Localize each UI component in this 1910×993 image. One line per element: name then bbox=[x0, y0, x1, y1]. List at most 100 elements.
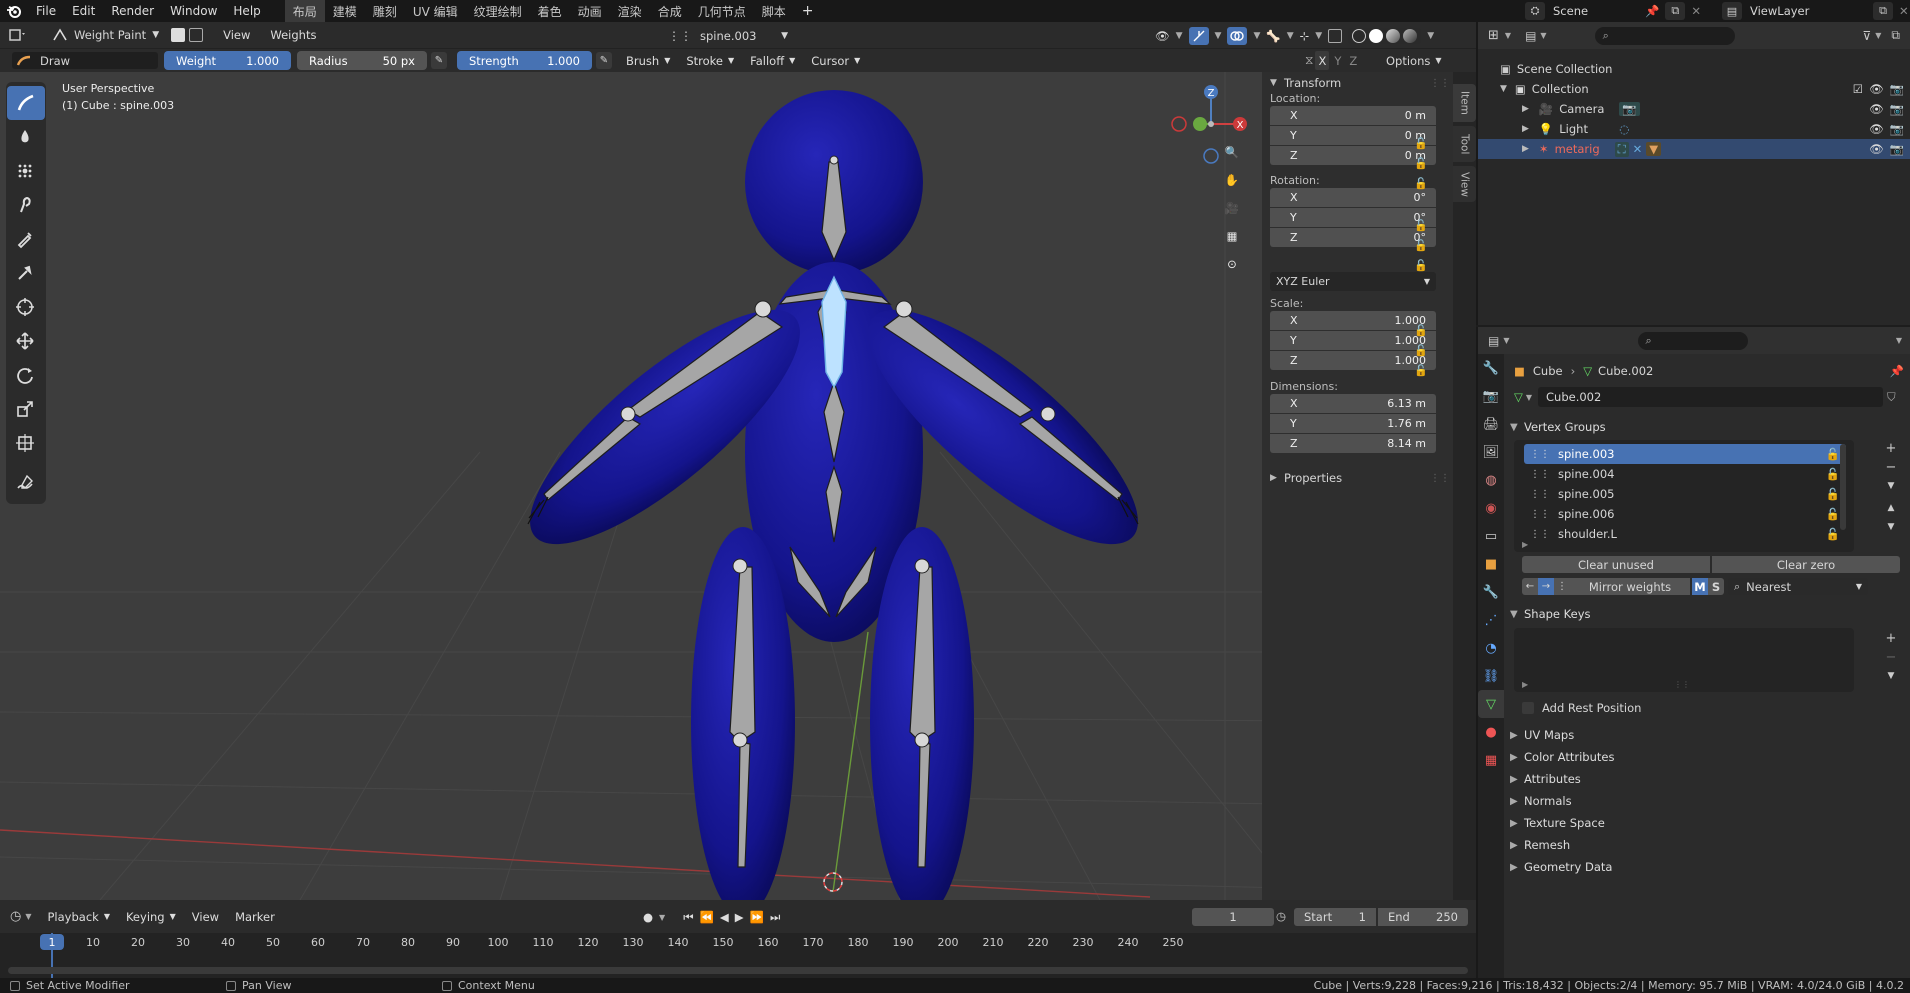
rendered-shading-icon[interactable] bbox=[1403, 28, 1418, 43]
cursor-icon[interactable] bbox=[6, 290, 44, 324]
blur-icon[interactable] bbox=[6, 120, 44, 154]
dimensions-z-field[interactable]: Z 8.14 m bbox=[1270, 434, 1436, 453]
gizmo-toggle-icon[interactable] bbox=[1188, 26, 1209, 45]
editor-type-icon[interactable]: ⊞ bbox=[1488, 28, 1499, 43]
current-frame-field[interactable]: 1 bbox=[1192, 908, 1274, 926]
rotate-icon[interactable] bbox=[6, 358, 44, 392]
play-reverse-icon[interactable]: ◀ bbox=[720, 910, 729, 924]
remove-icon[interactable]: − bbox=[1880, 648, 1902, 667]
menu-window[interactable]: Window bbox=[162, 0, 225, 22]
snapping-icon[interactable]: ⊹ bbox=[1300, 29, 1310, 43]
bone-display-icon[interactable]: 🦴 bbox=[1266, 29, 1280, 43]
workspace-tab-layout[interactable]: 布局 bbox=[284, 0, 325, 22]
falloff-menu[interactable]: Falloff ▼ bbox=[744, 51, 801, 70]
move-icon[interactable] bbox=[6, 324, 44, 358]
lock-icon[interactable]: 🔓 bbox=[1414, 341, 1428, 361]
workspace-tab-uv-editing[interactable]: UV 编辑 bbox=[405, 0, 466, 22]
chevron-right-icon[interactable]: ▶ bbox=[1522, 144, 1529, 154]
lock-icon[interactable]: 🔓 bbox=[1414, 361, 1428, 381]
nearest-dropdown[interactable]: ⌕ Nearest ▼ bbox=[1728, 578, 1868, 595]
weights-menu[interactable]: Weights bbox=[264, 26, 322, 45]
chevron-down-icon[interactable]: ▼ bbox=[1540, 31, 1546, 40]
list-item[interactable]: ⋮⋮ spine.004 🔓 bbox=[1524, 464, 1846, 484]
workspace-tab-geometry-nodes[interactable]: 几何节点 bbox=[690, 0, 754, 22]
output-tab-icon[interactable]: 🖨 bbox=[1478, 410, 1504, 438]
topology-icon[interactable]: ⋮ bbox=[1554, 578, 1570, 595]
zoom-icon[interactable]: 🔍 bbox=[1221, 138, 1243, 166]
menu-help[interactable]: Help bbox=[225, 0, 268, 22]
list-filter-toggle-icon[interactable]: ▶ bbox=[1522, 680, 1528, 689]
attributes-panel-header[interactable]: ▶ Attributes bbox=[1510, 767, 1910, 791]
physics-tab-icon[interactable]: ◔ bbox=[1478, 634, 1504, 662]
workspace-tab-sculpting[interactable]: 雕刻 bbox=[365, 0, 405, 22]
lock-icon[interactable]: 🔓 bbox=[1826, 467, 1840, 481]
location-x-field[interactable]: X 0 m bbox=[1270, 106, 1436, 125]
mirror-m-toggle[interactable]: M bbox=[1692, 578, 1708, 595]
arrow-right-icon[interactable]: → bbox=[1538, 578, 1554, 595]
collection-tab-icon[interactable]: ▭ bbox=[1478, 522, 1504, 550]
timeline-ruler[interactable]: 10 20 30 40 50 60 70 80 90 100 110 120 130 140 150 160 1… bbox=[0, 933, 1476, 978]
workspace-tab-modeling[interactable]: 建模 bbox=[325, 0, 365, 22]
timeline-scrollbar[interactable] bbox=[8, 967, 1468, 974]
next-keyframe-icon[interactable]: ⏩ bbox=[750, 910, 764, 924]
render-camera-icon[interactable]: 📷 bbox=[1890, 102, 1904, 116]
face-mask-icon[interactable] bbox=[171, 28, 186, 42]
wireframe-shading-icon[interactable] bbox=[1352, 28, 1367, 43]
transform-icon[interactable] bbox=[6, 426, 44, 460]
lock-icon[interactable]: 🔓 bbox=[1414, 216, 1428, 236]
lock-icon[interactable]: 🔓 bbox=[1414, 321, 1428, 341]
new-view-layer-icon[interactable]: ⧉ bbox=[1873, 2, 1893, 20]
clear-unused-button[interactable]: Clear unused bbox=[1522, 556, 1710, 573]
list-item[interactable]: ⋮⋮ spine.003 🔓 bbox=[1524, 444, 1846, 464]
keying-menu[interactable]: Keying ▼ bbox=[120, 907, 182, 926]
scale-x-field[interactable]: X 1.000 bbox=[1270, 311, 1436, 330]
menu-edit[interactable]: Edit bbox=[64, 0, 103, 22]
workspace-tab-animation[interactable]: 动画 bbox=[570, 0, 610, 22]
outliner-item-camera[interactable]: ▶ 🎥 Camera 📷 👁 📷 bbox=[1478, 99, 1910, 119]
scene-selector[interactable]: ⛭ Scene 📌 ⧉ ✕ bbox=[1525, 2, 1701, 20]
strength-pressure-icon[interactable]: ✎ bbox=[596, 52, 612, 69]
chevron-right-icon[interactable]: ▶ bbox=[1522, 124, 1529, 134]
workspace-tab-texture-paint[interactable]: 纹理绘制 bbox=[466, 0, 530, 22]
end-frame-field[interactable]: End 250 bbox=[1378, 908, 1468, 926]
lock-icon[interactable]: 🔓 bbox=[1826, 527, 1840, 541]
solid-shading-icon[interactable] bbox=[1369, 28, 1384, 43]
tab-item[interactable]: Item bbox=[1453, 84, 1476, 122]
drag-handle-icon[interactable]: ⋮⋮ bbox=[1674, 680, 1690, 689]
camera-view-icon[interactable]: 🎥 bbox=[1221, 194, 1243, 222]
chevron-down-icon[interactable]: ▼ bbox=[1427, 31, 1434, 41]
armature-data-icon[interactable]: ⛶ bbox=[1614, 141, 1629, 157]
radius-pressure-icon[interactable]: ✎ bbox=[431, 52, 447, 69]
brush-menu[interactable]: Brush ▼ bbox=[620, 51, 676, 70]
chevron-down-icon[interactable]: ▼ bbox=[1875, 31, 1881, 40]
drag-handle-icon[interactable]: ⋮⋮ bbox=[1430, 78, 1450, 89]
chevron-down-icon[interactable]: ▼ bbox=[1253, 31, 1260, 41]
cursor-menu[interactable]: Cursor ▼ bbox=[805, 51, 866, 70]
symmetry-z-toggle[interactable]: Z bbox=[1346, 51, 1360, 70]
sample-weight-icon[interactable] bbox=[6, 222, 44, 256]
pin-icon[interactable]: 📌 bbox=[1890, 364, 1904, 378]
modifier-tab-icon[interactable]: 🔧 bbox=[1478, 578, 1504, 606]
chevron-down-icon[interactable]: ▼ bbox=[1215, 31, 1222, 41]
jump-end-icon[interactable]: ⏭ bbox=[770, 910, 780, 925]
geometry-data-panel-header[interactable]: ▶ Geometry Data bbox=[1510, 855, 1910, 879]
scene-tab-icon[interactable]: ◍ bbox=[1478, 466, 1504, 494]
chevron-down-icon[interactable]: ▼ bbox=[1880, 667, 1902, 686]
rotation-z-field[interactable]: Z 0° bbox=[1270, 228, 1436, 247]
options-menu[interactable]: Options ▼ bbox=[1386, 51, 1442, 70]
clear-zero-button[interactable]: Clear zero bbox=[1712, 556, 1900, 573]
scale-icon[interactable] bbox=[6, 392, 44, 426]
data-tab-icon[interactable]: ▽ bbox=[1478, 690, 1504, 718]
vertex-groups-icon[interactable]: ▼ bbox=[1646, 142, 1662, 156]
fake-user-shield-icon[interactable]: ⛉ bbox=[1887, 390, 1896, 405]
chevron-down-icon[interactable]: ▼ bbox=[1176, 31, 1183, 41]
chevron-down-icon[interactable]: ▼ bbox=[1315, 31, 1322, 41]
move-up-icon[interactable]: ▲ bbox=[1880, 499, 1902, 518]
stroke-menu[interactable]: Stroke ▼ bbox=[680, 51, 740, 70]
filter-icon[interactable]: ⊽ bbox=[1862, 29, 1871, 43]
menu-render[interactable]: Render bbox=[103, 0, 162, 22]
chevron-down-icon[interactable]: ▼ bbox=[1896, 336, 1902, 345]
checkbox-icon[interactable]: ☑ bbox=[1853, 82, 1863, 96]
add-rest-position-checkbox[interactable] bbox=[1522, 702, 1534, 714]
average-icon[interactable] bbox=[6, 154, 44, 188]
